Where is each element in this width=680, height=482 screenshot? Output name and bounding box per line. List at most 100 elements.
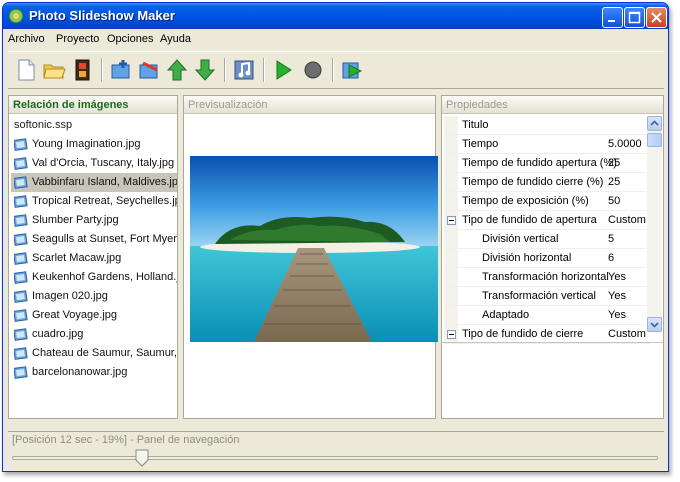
remove-image-button[interactable] [135, 56, 163, 84]
play-icon [276, 60, 292, 80]
maximize-icon [628, 11, 641, 24]
minimize-button[interactable] [602, 7, 623, 28]
property-gutter [444, 268, 458, 286]
scroll-up-button[interactable] [647, 116, 662, 131]
new-project-button[interactable] [12, 56, 40, 84]
image-list-item[interactable]: Scarlet Macaw.jpg [11, 249, 177, 268]
image-list-item[interactable]: Seagulls at Sunset, Fort Myers... [11, 230, 177, 249]
properties-panel: Propiedades Titulo Tiempo 5.0000 Tiempo de … [441, 95, 664, 419]
property-gutter [444, 154, 458, 172]
toolbar [8, 51, 664, 89]
image-list-item[interactable]: Keukenhof Gardens, Holland.j... [11, 268, 177, 287]
property-value[interactable]: Yes [608, 287, 626, 306]
minimize-icon [608, 20, 615, 22]
property-value[interactable]: Yes [608, 306, 626, 325]
toolbar-separator [332, 58, 334, 82]
menu-opciones[interactable]: Opciones [107, 33, 153, 45]
menu-proyecto[interactable]: Proyecto [56, 33, 99, 45]
maximize-button[interactable] [624, 7, 645, 28]
collapse-icon[interactable] [447, 330, 456, 339]
property-row[interactable]: Transformación horizontal Yes [444, 268, 650, 287]
open-project-button[interactable] [40, 56, 68, 84]
image-list: softonic.ssp Young Imagination.jpg Val d'… [11, 116, 177, 382]
scroll-thumb[interactable] [647, 133, 662, 147]
property-row[interactable]: Tiempo de fundido apertura (%) 25 [444, 154, 650, 173]
images-panel: Relación de imágenes softonic.ssp Young … [8, 95, 178, 419]
play-button[interactable] [269, 56, 297, 84]
image-file-icon [14, 233, 28, 246]
timeline-slider-thumb[interactable] [135, 449, 149, 467]
image-list-item[interactable]: Vabbinfaru Island, Maldives.jpg [11, 173, 177, 192]
open-folder-icon [43, 64, 66, 79]
preview-panel: Previsualización [183, 95, 438, 419]
property-row[interactable]: División horizontal 6 [444, 249, 650, 268]
property-gutter [444, 192, 458, 210]
image-list-item[interactable]: Slumber Party.jpg [11, 211, 177, 230]
property-value[interactable]: Yes [608, 268, 626, 287]
timeline-track[interactable] [12, 456, 658, 460]
property-grid: Titulo Tiempo 5.0000 Tiempo de fundido aper… [444, 116, 650, 344]
image-list-item[interactable]: Imagen 020.jpg [11, 287, 177, 306]
property-row[interactable]: Tipo de fundido de apertura Custom [444, 211, 650, 230]
property-value[interactable]: 6 [608, 249, 614, 268]
image-file-name: Chateau de Saumur, Saumur, ... [32, 347, 177, 359]
property-value[interactable]: 5.0000 [608, 135, 642, 154]
property-value[interactable]: 5 [608, 230, 614, 249]
move-down-button[interactable] [191, 56, 219, 84]
move-up-button[interactable] [163, 56, 191, 84]
property-value[interactable]: 25 [608, 173, 620, 192]
property-value[interactable]: Custom [608, 211, 646, 230]
property-row[interactable]: Transformación vertical Yes [444, 287, 650, 306]
image-file-name: Scarlet Macaw.jpg [32, 252, 122, 264]
image-file-icon [14, 309, 28, 322]
image-file-name: Tropical Retreat, Seychelles.jpg [32, 195, 177, 207]
property-row[interactable]: Tiempo de fundido cierre (%) 25 [444, 173, 650, 192]
property-name: Transformación horizontal [482, 271, 609, 283]
property-row[interactable]: Adaptado Yes [444, 306, 650, 325]
export-button[interactable] [338, 56, 366, 84]
stop-button[interactable] [299, 56, 327, 84]
collapse-icon[interactable] [447, 216, 456, 225]
image-list-item[interactable]: Chateau de Saumur, Saumur, ... [11, 344, 177, 363]
property-name: División horizontal [482, 252, 572, 264]
toolbar-separator [263, 58, 265, 82]
image-list-item[interactable]: Val d'Orcia, Tuscany, Italy.jpg [11, 154, 177, 173]
export-icon [342, 62, 363, 79]
image-list-item[interactable]: Tropical Retreat, Seychelles.jpg [11, 192, 177, 211]
property-value[interactable]: 25 [608, 154, 620, 173]
menu-archivo[interactable]: Archivo [8, 33, 45, 45]
image-list-item[interactable]: barcelonanowar.jpg [11, 363, 177, 382]
film-button[interactable] [68, 56, 96, 84]
image-list-item[interactable]: Young Imagination.jpg [11, 135, 177, 154]
music-button[interactable] [230, 56, 258, 84]
toolbar-separator [101, 58, 103, 82]
property-value[interactable]: 50 [608, 192, 620, 211]
status-text: [Posición 12 sec - 19%] - Panel de naveg… [12, 434, 240, 446]
chevron-down-icon [650, 322, 659, 328]
scroll-down-button[interactable] [647, 317, 662, 332]
title-bar[interactable]: Photo Slideshow Maker [3, 3, 668, 29]
image-list-item[interactable]: cuadro.jpg [11, 325, 177, 344]
navigation-panel [8, 448, 664, 470]
property-scrollbar[interactable] [647, 116, 662, 332]
property-gutter [444, 173, 458, 191]
close-icon [651, 12, 662, 23]
image-file-name: cuadro.jpg [32, 328, 84, 340]
property-name: Titulo [462, 119, 489, 131]
properties-divider [442, 342, 663, 343]
project-file-label[interactable]: softonic.ssp [11, 116, 177, 135]
menu-ayuda[interactable]: Ayuda [160, 33, 191, 45]
app-logo-icon [8, 8, 24, 24]
close-button[interactable] [646, 7, 667, 28]
image-file-icon [14, 271, 28, 284]
property-name: Transformación vertical [482, 290, 596, 302]
property-row[interactable]: Tiempo de exposición (%) 50 [444, 192, 650, 211]
property-row[interactable]: Tiempo 5.0000 [444, 135, 650, 154]
property-row[interactable]: Titulo [444, 116, 650, 135]
image-file-icon [14, 138, 28, 151]
add-image-button[interactable] [107, 56, 135, 84]
image-file-icon [14, 290, 28, 303]
property-gutter [444, 249, 458, 267]
image-list-item[interactable]: Great Voyage.jpg [11, 306, 177, 325]
property-row[interactable]: División vertical 5 [444, 230, 650, 249]
